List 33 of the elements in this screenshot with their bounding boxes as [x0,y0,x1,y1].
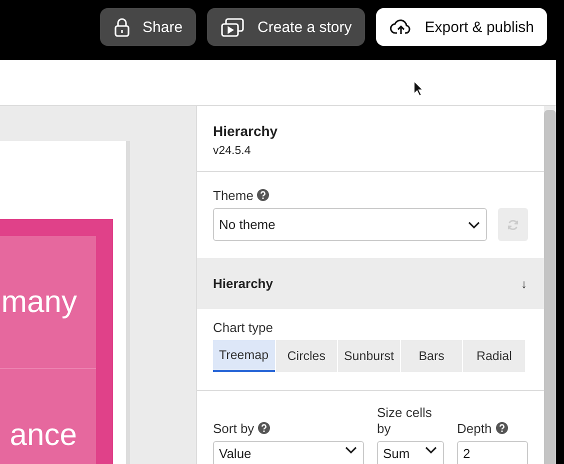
select-field[interactable]: Value [213,441,364,464]
chevron-down-icon [468,220,480,228]
chart-type-label: Chart type [213,320,274,335]
share-button[interactable]: Share [100,8,196,46]
panel-title: Hierarchy [213,123,279,139]
input-field[interactable]: 2 [457,441,528,464]
treemap-cell: many [0,236,96,369]
chart-type-tab[interactable]: Sunburst [338,340,400,372]
create-story-button[interactable]: Create a story [206,8,365,46]
help-icon[interactable] [258,422,270,434]
field-label: Size cells by [377,405,433,437]
chevron-down-icon [425,446,437,454]
cursor-icon [413,80,424,97]
chart-type-tab[interactable]: Treemap [213,340,275,372]
export-button[interactable]: Export & publish [376,8,547,46]
section-header[interactable]: Hierarchy ↓ [197,258,544,309]
select-field[interactable]: Sum [377,441,444,464]
theme-label: Theme [213,188,528,203]
padlock-icon [114,17,130,37]
field-label: Depth [457,421,528,437]
help-icon[interactable] [496,422,508,434]
chart-type-tab[interactable]: Bars [400,340,462,372]
refresh-icon [507,218,519,230]
help-icon[interactable] [257,189,270,201]
treemap-cell: ance [0,369,96,464]
version-label: v24.5.4 [213,145,252,157]
cloud-upload-icon [390,18,412,36]
field-label: Sort by [213,421,364,437]
chart-type-tab[interactable]: Radial [463,340,525,372]
chevron-down-icon [345,446,357,454]
theme-select[interactable]: No theme [213,208,487,241]
chart-type-tab[interactable]: Circles [276,340,338,372]
slides-icon [220,17,245,37]
